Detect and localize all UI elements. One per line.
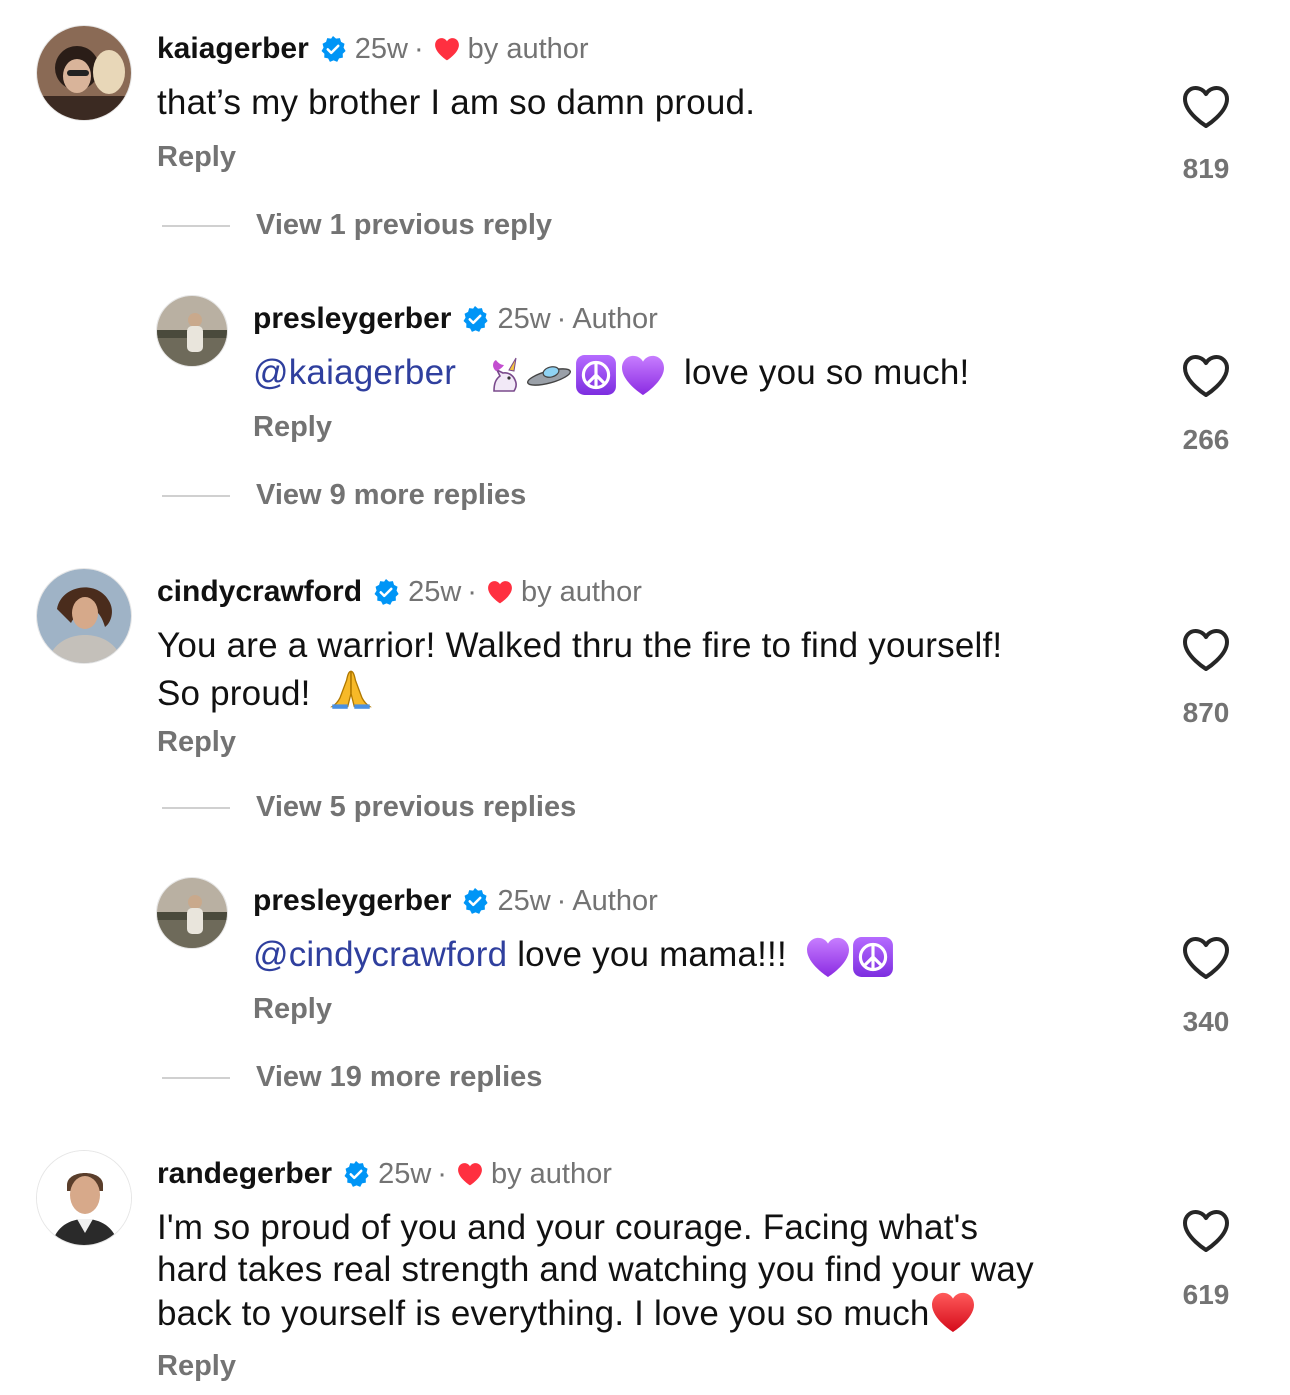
- like-heart-outline-icon[interactable]: [1181, 627, 1231, 673]
- liked-by-author-label: by author: [467, 32, 589, 65]
- like-count: 619: [1182, 1279, 1230, 1310]
- comment-header: kaiagerber 25w · by author: [157, 32, 589, 66]
- avatar-cindycrawford[interactable]: [36, 568, 132, 664]
- verified-badge-icon: [461, 887, 489, 915]
- avatar-kaiagerber[interactable]: [36, 25, 132, 121]
- view-replies-button[interactable]: View 19 more replies: [162, 1061, 542, 1094]
- username[interactable]: cindycrawford: [157, 575, 362, 609]
- avatar-presleygerber[interactable]: [156, 877, 228, 949]
- avatar-presleygerber[interactable]: [156, 295, 228, 367]
- comment-header: randegerber 25w · by author: [157, 1157, 612, 1191]
- comment-header: presleygerber 25w · Author: [253, 302, 658, 336]
- username[interactable]: randegerber: [157, 1157, 332, 1191]
- timestamp: 25w: [497, 884, 551, 917]
- divider: [162, 806, 230, 809]
- comment-line-text: So proud!: [157, 674, 311, 713]
- separator-dot: ·: [437, 1157, 447, 1190]
- comment-text: @kaiagerber love you so much!: [253, 352, 969, 396]
- comment-line: You are a warrior! Walked thru the fire …: [157, 626, 1003, 665]
- comment-text: that’s my brother I am so damn proud.: [157, 83, 756, 122]
- comment-header: presleygerber 25w · Author: [253, 884, 658, 918]
- comment-body: love you so much!: [683, 353, 970, 392]
- comment-text: You are a warrior! Walked thru the fire …: [157, 625, 1002, 715]
- reply-button[interactable]: Reply: [157, 726, 236, 759]
- timestamp: 25w: [354, 32, 408, 65]
- separator-dot: ·: [556, 884, 567, 917]
- like-count: 819: [1182, 153, 1230, 184]
- view-replies-label: View 1 previous reply: [256, 209, 553, 241]
- avatar-image: [157, 878, 227, 948]
- comment-line-text: back to yourself is everything. I love y…: [157, 1294, 930, 1333]
- timestamp: 25w: [497, 302, 551, 335]
- username[interactable]: presleygerber: [253, 884, 451, 918]
- peace-symbol-emoji-icon: [851, 936, 895, 978]
- red-heart-emoji-icon: [930, 1291, 976, 1333]
- like-heart-outline-icon[interactable]: [1181, 935, 1231, 981]
- purple-heart-emoji-icon: [805, 936, 851, 978]
- avatar-image: [157, 296, 227, 366]
- view-replies-label: View 9 more replies: [256, 479, 527, 511]
- view-replies-label: View 5 previous replies: [256, 791, 577, 823]
- avatar-image: [37, 569, 131, 663]
- separator-dot: ·: [413, 32, 424, 65]
- comment-line: hard takes real strength and watching yo…: [157, 1250, 1034, 1289]
- like-heart-outline-icon[interactable]: [1181, 353, 1231, 399]
- red-heart-icon: [434, 37, 460, 61]
- username[interactable]: presleygerber: [253, 302, 451, 336]
- like-heart-outline-icon[interactable]: [1181, 1208, 1231, 1254]
- like-count: 340: [1182, 1006, 1230, 1037]
- author-label: Author: [572, 302, 658, 335]
- verified-badge-icon: [372, 578, 400, 606]
- like-count: 870: [1182, 697, 1230, 728]
- view-replies-button[interactable]: View 5 previous replies: [162, 791, 576, 824]
- mention-link[interactable]: @cindycrawford: [253, 935, 507, 974]
- red-heart-icon: [487, 580, 513, 604]
- reply-button[interactable]: Reply: [157, 1350, 236, 1383]
- unicorn-emoji-icon: [480, 355, 524, 395]
- comment-text: I'm so proud of you and your courage. Fa…: [157, 1207, 1034, 1335]
- verified-badge-icon: [342, 1160, 370, 1188]
- avatar-randegerber[interactable]: [36, 1150, 132, 1246]
- view-replies-label: View 19 more replies: [256, 1061, 543, 1093]
- verified-badge-icon: [461, 305, 489, 333]
- avatar-image: [37, 1151, 131, 1245]
- separator-dot: ·: [556, 302, 567, 335]
- divider: [162, 1076, 230, 1079]
- verified-badge-icon: [319, 35, 347, 63]
- avatar-image: [37, 26, 131, 120]
- mention-link[interactable]: @kaiagerber: [253, 353, 456, 392]
- separator-dot: ·: [467, 575, 477, 608]
- view-replies-button[interactable]: View 1 previous reply: [162, 209, 552, 242]
- timestamp: 25w: [378, 1157, 432, 1190]
- like-count: 266: [1182, 424, 1230, 455]
- reply-button[interactable]: Reply: [157, 141, 236, 174]
- like-heart-outline-icon[interactable]: [1181, 84, 1231, 130]
- purple-heart-emoji-icon: [620, 354, 666, 396]
- comment-line-3: back to yourself is everything. I love y…: [157, 1291, 1034, 1335]
- reply-button[interactable]: Reply: [253, 411, 332, 444]
- divider: [162, 224, 230, 227]
- comment-line: I'm so proud of you and your courage. Fa…: [157, 1208, 979, 1247]
- red-heart-icon: [457, 1162, 483, 1186]
- timestamp: 25w: [408, 575, 462, 608]
- comment-header: cindycrawford 25w · by author: [157, 575, 642, 609]
- folded-hands-emoji-icon: [327, 667, 375, 711]
- liked-by-author-label: by author: [490, 1157, 612, 1190]
- author-label: Author: [572, 884, 658, 917]
- reply-button[interactable]: Reply: [253, 993, 332, 1026]
- comment-line-2: So proud!: [157, 667, 1002, 715]
- divider: [162, 494, 230, 497]
- comment-body: love you mama!!!: [517, 935, 787, 974]
- view-replies-button[interactable]: View 9 more replies: [162, 479, 526, 512]
- comment-text: @cindycrawford love you mama!!!: [253, 934, 895, 978]
- ufo-emoji-icon: [524, 360, 574, 390]
- username[interactable]: kaiagerber: [157, 32, 309, 66]
- liked-by-author-label: by author: [520, 575, 642, 608]
- peace-symbol-emoji-icon: [574, 354, 618, 396]
